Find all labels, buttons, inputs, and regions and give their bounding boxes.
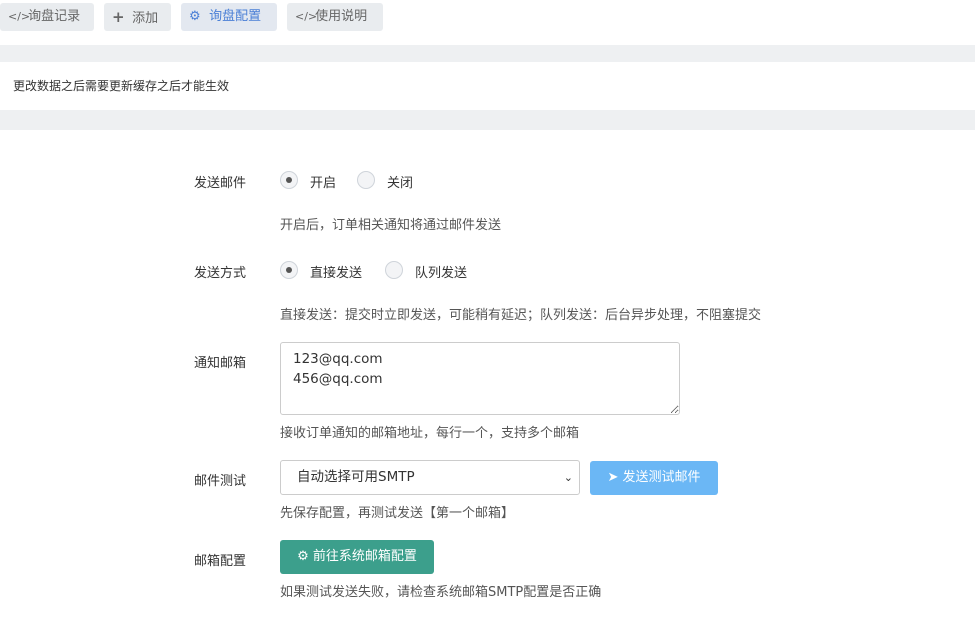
mail-config-help: 如果测试发送失败，请检查系统邮箱SMTP配置是否正确 — [280, 585, 602, 600]
send-mode-label: 发送方式 — [194, 266, 247, 281]
gear-icon: ⚙ — [297, 549, 309, 564]
divider — [0, 45, 975, 62]
tab-add[interactable]: + 添加 — [104, 3, 171, 31]
smtp-select[interactable]: 自动选择可用SMTP ⌄ — [280, 460, 580, 495]
tab-label: 添加 — [132, 11, 159, 26]
divider — [0, 110, 975, 130]
smtp-select-value: 自动选择可用SMTP — [297, 469, 415, 485]
notify-mail-textarea[interactable] — [280, 342, 680, 415]
send-mode-help: 直接发送：提交时立即发送，可能稍有延迟；队列发送：后台异步处理，不阻塞提交 — [280, 308, 762, 323]
send-mail-label: 发送邮件 — [194, 176, 247, 191]
tab-instructions[interactable]: </> 使用说明 — [287, 3, 383, 31]
notify-mail-label: 通知邮箱 — [194, 356, 247, 371]
radio-send-mail-off[interactable] — [357, 171, 375, 189]
radio-label-off: 关闭 — [387, 176, 414, 191]
radio-queue-send[interactable] — [385, 261, 403, 279]
gear-icon: ⚙ — [189, 9, 201, 24]
radio-send-mail-on[interactable] — [280, 171, 298, 189]
mail-test-help: 先保存配置，再测试发送【第一个邮箱】 — [280, 506, 515, 521]
radio-label-on: 开启 — [310, 176, 337, 191]
mail-config-label: 邮箱配置 — [194, 554, 247, 569]
code-icon: </> — [295, 10, 318, 23]
mail-test-label: 邮件测试 — [194, 474, 247, 489]
tab-label: 使用说明 — [315, 9, 368, 24]
go-mail-config-label: 前往系统邮箱配置 — [312, 549, 417, 564]
plus-icon: + — [112, 8, 125, 26]
radio-direct-send[interactable] — [280, 261, 298, 279]
tab-inquiry-records[interactable]: </> 询盘记录 — [0, 3, 94, 31]
radio-label-direct: 直接发送 — [310, 266, 363, 281]
radio-label-queue: 队列发送 — [415, 266, 468, 281]
go-mail-config-button[interactable]: ⚙ 前往系统邮箱配置 — [280, 540, 434, 574]
paper-plane-icon: ➤ — [607, 470, 619, 485]
tab-label: 询盘配置 — [209, 9, 262, 24]
send-test-mail-label: 发送测试邮件 — [622, 470, 701, 485]
tab-inquiry-config[interactable]: ⚙ 询盘配置 — [181, 3, 277, 31]
send-mail-help: 开启后，订单相关通知将通过邮件发送 — [280, 218, 502, 233]
cache-notice: 更改数据之后需要更新缓存之后才能生效 — [13, 79, 230, 93]
tab-label: 询盘记录 — [28, 9, 81, 24]
chevron-down-icon: ⌄ — [563, 471, 573, 484]
notify-mail-help: 接收订单通知的邮箱地址，每行一个，支持多个邮箱 — [280, 426, 580, 441]
code-icon: </> — [8, 10, 31, 23]
send-test-mail-button[interactable]: ➤ 发送测试邮件 — [590, 461, 718, 495]
